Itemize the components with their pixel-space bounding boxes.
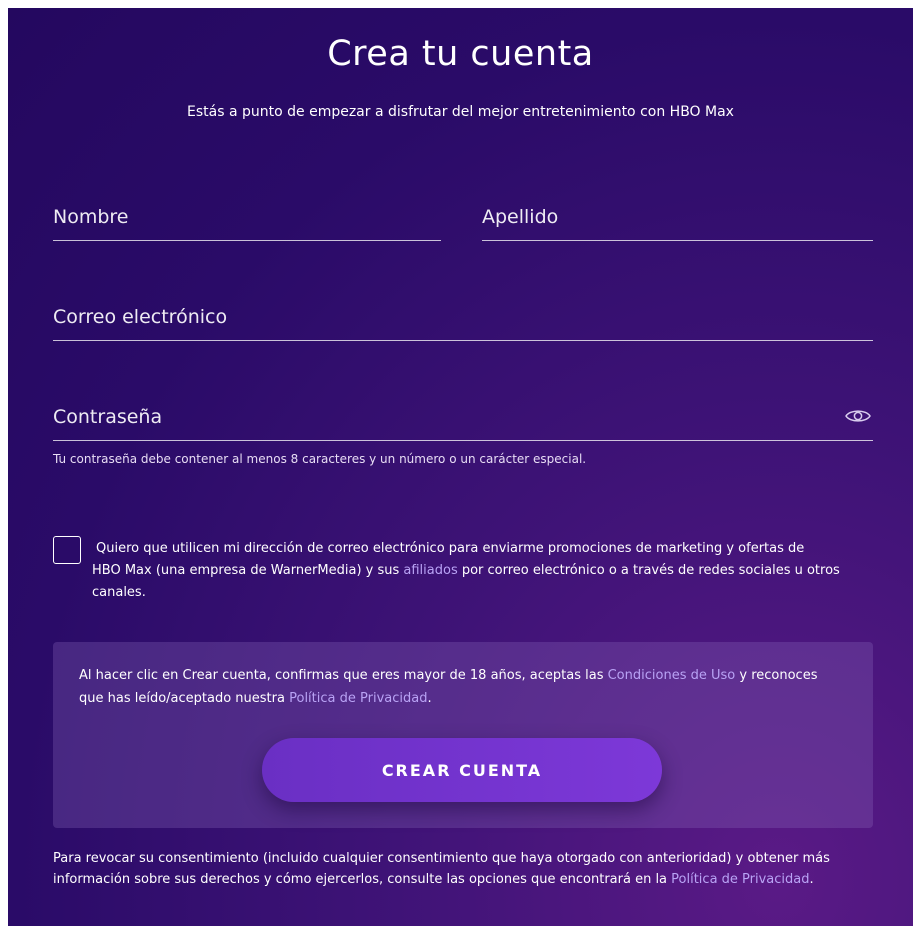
terms-text-part-3: . [427, 691, 432, 706]
page-subtitle: Estás a punto de empezar a disfrutar del… [187, 104, 734, 120]
last-name-field [482, 184, 873, 241]
terms-text-part-1: Al hacer clic en Crear cuenta, confirmas… [79, 668, 608, 683]
password-field [53, 384, 873, 441]
password-input[interactable] [53, 406, 833, 428]
eye-icon[interactable] [845, 408, 871, 424]
footer-end: . [809, 872, 814, 887]
email-field [53, 284, 873, 341]
footer-text: Para revocar su consentimiento (incluido… [53, 848, 873, 890]
marketing-text-line-1: Quiero que utilicen mi dirección de corr… [96, 541, 805, 556]
first-name-field [53, 184, 441, 241]
email-input[interactable] [53, 306, 873, 328]
terms-text: Al hacer clic en Crear cuenta, confirmas… [79, 664, 819, 710]
first-name-input[interactable] [53, 206, 441, 228]
marketing-checkbox[interactable] [53, 536, 81, 564]
last-name-input[interactable] [482, 206, 873, 228]
signup-panel: Crea tu cuenta Estás a punto de empezar … [8, 8, 913, 926]
marketing-consent-text: Quiero que utilicen mi dirección de corr… [92, 538, 882, 604]
password-hint: Tu contraseña debe contener al menos 8 c… [53, 452, 587, 466]
footer-privacy-policy-link[interactable]: Política de Privacidad [671, 872, 809, 887]
page-title: Crea tu cuenta [327, 34, 594, 74]
terms-box: Al hacer clic en Crear cuenta, confirmas… [53, 642, 873, 828]
marketing-text-part-2: HBO Max (una empresa de WarnerMedia) y s… [92, 563, 404, 578]
create-account-button[interactable]: CREAR CUENTA [262, 738, 662, 802]
terms-of-use-link[interactable]: Condiciones de Uso [608, 668, 736, 683]
affiliates-link[interactable]: afiliados [403, 563, 457, 578]
privacy-policy-link[interactable]: Política de Privacidad [289, 691, 427, 706]
